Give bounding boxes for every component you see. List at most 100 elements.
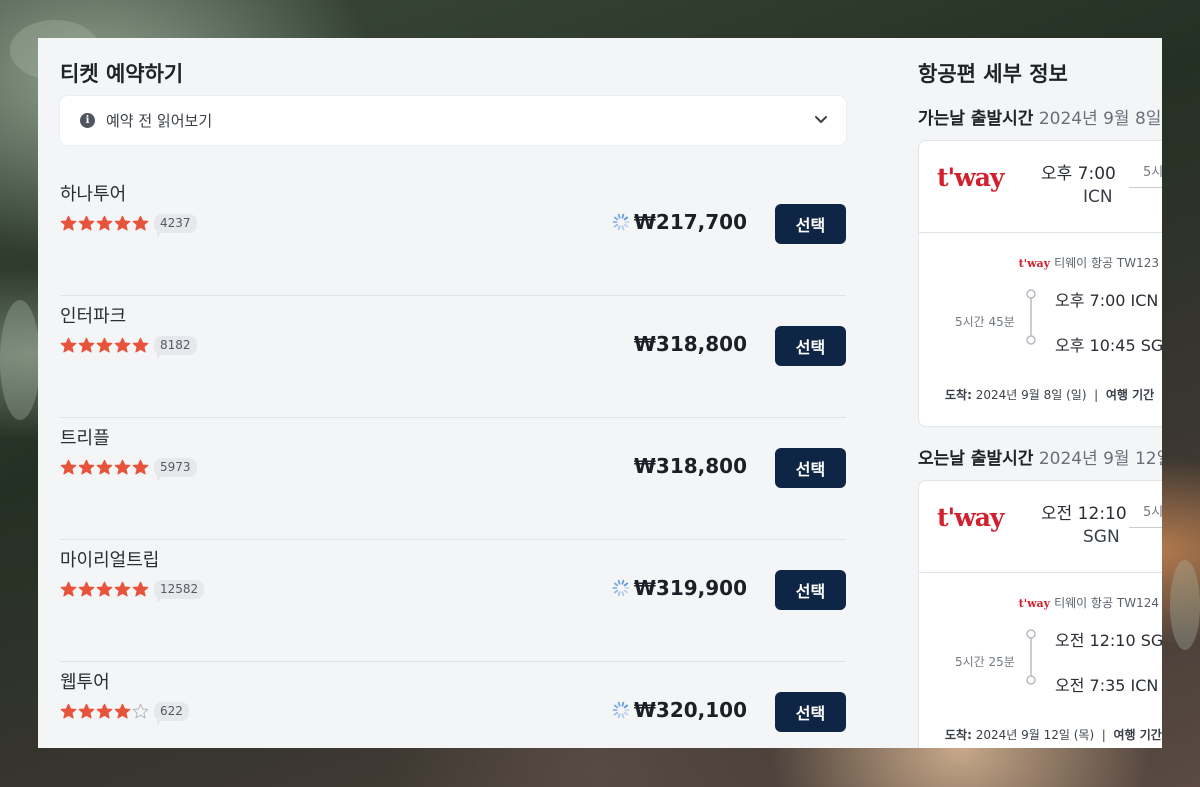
departure-time: 오후 7:00 bbox=[1041, 164, 1116, 184]
outbound-flight-card[interactable]: t'way 오후 7:00 ICN 5시 t'way 티웨이 항공 TW123 5… bbox=[918, 140, 1162, 427]
rating-stars: 5973 bbox=[60, 458, 197, 481]
star-empty-icon bbox=[132, 703, 149, 719]
star-filled-icon bbox=[132, 337, 149, 353]
trip-duration-label: 여행 기간 bbox=[1113, 728, 1162, 742]
price: ₩318,800 bbox=[633, 332, 747, 356]
price: ₩217,700 bbox=[633, 210, 747, 234]
flight-itinerary: t'way 티웨이 항공 TW123 5시간 45분 오후 7:00 ICN 오후… bbox=[919, 233, 1162, 426]
notice-label: 예약 전 읽어보기 bbox=[106, 112, 213, 130]
agency-list: 하나투어 4237 ₩217,700 선택 인터파크 8182 ₩318,800… bbox=[60, 174, 846, 748]
select-button[interactable]: 선택 bbox=[775, 692, 846, 732]
star-filled-icon bbox=[96, 459, 113, 475]
details-title: 항공편 세부 정보 bbox=[918, 62, 1068, 86]
flight-duration: 5시간 45분 bbox=[955, 315, 1015, 329]
loading-spinner-icon bbox=[612, 213, 630, 231]
loading-spinner-icon bbox=[612, 701, 630, 719]
chevron-down-icon[interactable] bbox=[814, 112, 828, 126]
price-area: ₩319,900 bbox=[612, 576, 747, 600]
tway-mini-logo: t'way bbox=[1018, 257, 1051, 270]
star-filled-icon bbox=[96, 581, 113, 597]
arrive-date: 2024년 9월 12일 (목) bbox=[975, 728, 1095, 742]
star-filled-icon bbox=[78, 215, 95, 231]
star-filled-icon bbox=[78, 337, 95, 353]
agency-name: 트리플 bbox=[60, 428, 110, 449]
timeline-icon bbox=[1026, 629, 1036, 685]
arrival-summary: 도착: 2024년 9월 12일 (목) | 여행 기간 bbox=[945, 726, 1162, 743]
star-filled-icon bbox=[78, 459, 95, 475]
star-filled-icon bbox=[78, 703, 95, 719]
star-filled-icon bbox=[60, 215, 77, 231]
agency-name: 웹투어 bbox=[60, 672, 110, 693]
star-filled-icon bbox=[96, 703, 113, 719]
separator: | bbox=[1101, 728, 1106, 742]
departure-stop: 오전 12:10 SGN bbox=[1055, 631, 1162, 650]
arrival-summary: 도착: 2024년 9월 8일 (일) | 여행 기간 bbox=[945, 386, 1154, 403]
flight-summary: t'way 오후 7:00 ICN 5시 bbox=[919, 141, 1162, 233]
agency-row: 트리플 5973 ₩318,800 선택 bbox=[60, 418, 846, 540]
star-filled-icon bbox=[60, 337, 77, 353]
review-count-badge: 622 bbox=[154, 702, 189, 725]
airline-info: t'way 티웨이 항공 TW124 bbox=[1019, 594, 1159, 611]
review-count-badge: 8182 bbox=[154, 336, 197, 359]
arrival-stop: 오후 10:45 SGN bbox=[1055, 336, 1162, 355]
flight-summary: t'way 오전 12:10 SGN 5시 bbox=[919, 481, 1162, 573]
route-line bbox=[1129, 187, 1162, 188]
arrival-stop: 오전 7:35 ICN bbox=[1055, 676, 1159, 695]
star-filled-icon bbox=[96, 215, 113, 231]
price-area: ₩318,800 bbox=[634, 332, 747, 356]
outbound-heading: 가는날 출발시간 2024년 9월 8일 bbox=[918, 104, 1161, 129]
arrive-label: 도착: bbox=[945, 388, 972, 402]
star-filled-icon bbox=[114, 703, 131, 719]
star-filled-icon bbox=[78, 581, 95, 597]
trip-duration-label: 여행 기간 bbox=[1105, 388, 1155, 402]
star-filled-icon bbox=[132, 459, 149, 475]
rating-stars: 622 bbox=[60, 702, 189, 725]
star-filled-icon bbox=[114, 459, 131, 475]
star-filled-icon bbox=[114, 337, 131, 353]
arrive-label: 도착: bbox=[945, 728, 972, 742]
notice-accordion[interactable]: i 예약 전 읽어보기 bbox=[60, 96, 846, 145]
info-icon: i bbox=[80, 113, 95, 128]
airline-flight: 티웨이 항공 TW124 bbox=[1054, 596, 1159, 610]
tway-logo: t'way bbox=[937, 503, 1004, 532]
page-title: 티켓 예약하기 bbox=[60, 62, 184, 86]
outbound-date: 2024년 9월 8일 bbox=[1038, 109, 1162, 129]
star-filled-icon bbox=[96, 337, 113, 353]
arrive-date: 2024년 9월 8일 (일) bbox=[975, 388, 1087, 402]
price: ₩320,100 bbox=[633, 698, 747, 722]
booking-panel: 티켓 예약하기 i 예약 전 읽어보기 하나투어 4237 ₩217,700 선… bbox=[38, 38, 1162, 748]
separator: | bbox=[1094, 388, 1099, 402]
inbound-heading: 오는날 출발시간 2024년 9월 12일 bbox=[918, 444, 1162, 469]
duration-short: 5시 bbox=[1143, 165, 1162, 180]
flight-duration: 5시간 25분 bbox=[955, 655, 1015, 669]
agency-row: 하나투어 4237 ₩217,700 선택 bbox=[60, 174, 846, 296]
star-filled-icon bbox=[132, 581, 149, 597]
star-filled-icon bbox=[114, 581, 131, 597]
airline-info: t'way 티웨이 항공 TW123 bbox=[1019, 254, 1159, 271]
agency-row: 웹투어 622 ₩320,100 선택 bbox=[60, 662, 846, 748]
select-button[interactable]: 선택 bbox=[775, 448, 846, 488]
outbound-label: 가는날 출발시간 bbox=[918, 109, 1034, 129]
departure-airport: SGN bbox=[1083, 527, 1120, 547]
review-count-badge: 5973 bbox=[154, 458, 197, 481]
agency-row: 마이리얼트립 12582 ₩319,900 선택 bbox=[60, 540, 846, 662]
route-line bbox=[1129, 527, 1162, 528]
agency-name: 인터파크 bbox=[60, 306, 127, 327]
inbound-flight-card[interactable]: t'way 오전 12:10 SGN 5시 t'way 티웨이 항공 TW124 … bbox=[918, 480, 1162, 748]
star-filled-icon bbox=[60, 581, 77, 597]
duration-short: 5시 bbox=[1143, 505, 1162, 520]
rating-stars: 4237 bbox=[60, 214, 197, 237]
price-area: ₩217,700 bbox=[612, 210, 747, 234]
select-button[interactable]: 선택 bbox=[775, 570, 846, 610]
select-button[interactable]: 선택 bbox=[775, 326, 846, 366]
review-count-badge: 4237 bbox=[154, 214, 197, 237]
select-button[interactable]: 선택 bbox=[775, 204, 846, 244]
agency-name: 마이리얼트립 bbox=[60, 550, 160, 571]
star-filled-icon bbox=[60, 703, 77, 719]
departure-time: 오전 12:10 bbox=[1041, 504, 1127, 524]
inbound-date: 2024년 9월 12일 bbox=[1038, 449, 1162, 469]
agency-name: 하나투어 bbox=[60, 184, 127, 205]
departure-stop: 오후 7:00 ICN bbox=[1055, 291, 1159, 310]
inbound-label: 오는날 출발시간 bbox=[918, 449, 1034, 469]
rating-stars: 8182 bbox=[60, 336, 197, 359]
